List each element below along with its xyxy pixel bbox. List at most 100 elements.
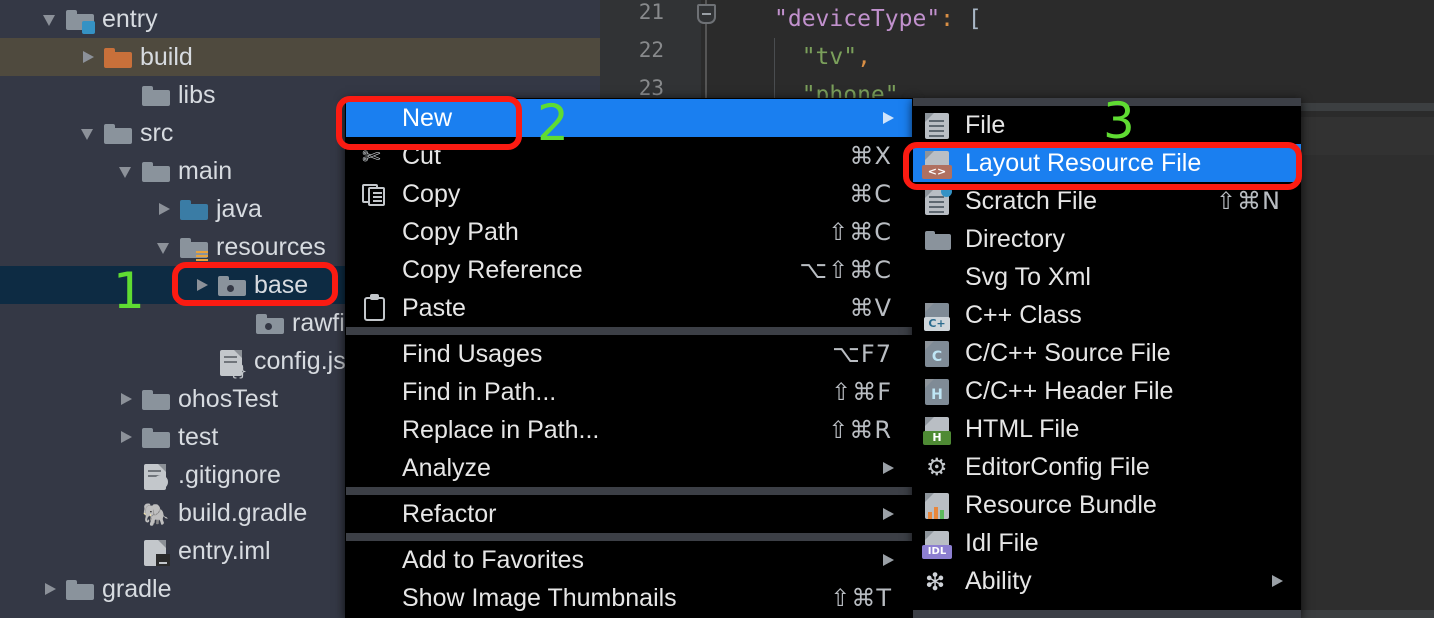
menu-item[interactable]: Analyze [346, 449, 912, 487]
chevron-down-icon[interactable] [114, 152, 140, 190]
menu-icon-none [346, 213, 402, 251]
submenu-arrow-icon[interactable] [883, 462, 894, 474]
menu-icon-none [346, 579, 402, 617]
menu-item[interactable]: C C/C++ Source File [913, 334, 1301, 372]
menu-item[interactable]: IDL Idl File [913, 524, 1301, 562]
tree-row-label: config.jso [254, 346, 360, 375]
ability-icon: ❇ [925, 569, 946, 596]
menu-icon-none [346, 495, 402, 533]
menu-icon-none [913, 258, 965, 296]
menu-item[interactable]: Scratch File ⇧⌘N [913, 182, 1301, 220]
code-line[interactable]: "deviceType": [ [774, 0, 982, 38]
tree-row-label: .gitignore [178, 460, 281, 489]
folder-resources-icon [178, 228, 212, 266]
code-lines: 21 "deviceType": [22 "tv", 23 "phone", [596, 0, 1434, 114]
menu-item-label: EditorConfig File [965, 452, 1150, 481]
chevron-right-icon[interactable] [152, 190, 178, 228]
menu-item[interactable]: ✄ Cut ⌘X [346, 137, 912, 175]
menu-item-shortcut: ⇧⌘R [828, 416, 892, 444]
indent-guide [774, 38, 775, 76]
menu-item[interactable]: Paste ⌘V [346, 289, 912, 327]
menu-item[interactable]: Show Image Thumbnails ⇧⌘T [346, 579, 912, 617]
menu-separator [346, 327, 912, 335]
menu-item-shortcut: ⌥⇧⌘C [799, 256, 892, 284]
menu-item-shortcut: ⌘C [849, 180, 892, 208]
menu-item[interactable]: Find in Path... ⇧⌘F [346, 373, 912, 411]
menu-icon-none [346, 335, 402, 373]
context-menu[interactable]: New ✄ Cut ⌘X Copy ⌘C Copy Path ⇧⌘C Copy Referenc… [345, 98, 913, 618]
menu-icon-none [346, 541, 402, 579]
menu-item[interactable]: Replace in Path... ⇧⌘R [346, 411, 912, 449]
tree-row-label: test [178, 422, 219, 451]
chevron-down-icon[interactable] [76, 114, 102, 152]
menu-item-label: Show Image Thumbnails [402, 583, 677, 612]
submenu-rows[interactable]: File <> Layout Resource File Scratch File ⇧⌘… [913, 106, 1301, 600]
gear-icon: ⚙ [926, 454, 948, 481]
menu-item[interactable]: Copy Path ⇧⌘C [346, 213, 912, 251]
submenu-arrow-icon[interactable] [883, 508, 894, 520]
menu-item[interactable]: Copy Reference ⌥⇧⌘C [346, 251, 912, 289]
menu-separator [346, 487, 912, 495]
menu-item-shortcut: ⌥F7 [832, 340, 892, 368]
menu-item[interactable]: ⚙ EditorConfig File [913, 448, 1301, 486]
chevron-right-icon[interactable] [76, 38, 102, 76]
menu-item[interactable]: C+ C++ Class [913, 296, 1301, 334]
menu-item[interactable]: New [346, 99, 912, 137]
menu-item[interactable]: Find Usages ⌥F7 [346, 335, 912, 373]
menu-item[interactable]: ❇ Ability [913, 562, 1301, 600]
menu-item-label: C/C++ Source File [965, 338, 1171, 367]
menu-item[interactable]: Add to Favorites [346, 541, 912, 579]
code-token: "tv" [774, 44, 858, 70]
chevron-right-icon[interactable] [114, 380, 140, 418]
menu-item[interactable]: Copy ⌘C [346, 175, 912, 213]
menu-item-label: Copy Reference [402, 255, 583, 284]
menu-item-label: Layout Resource File [965, 148, 1202, 177]
new-submenu[interactable]: File <> Layout Resource File Scratch File ⇧⌘… [913, 98, 1301, 618]
submenu-arrow-icon[interactable] [883, 554, 894, 566]
tree-row[interactable]: build [0, 38, 600, 76]
cpp-class-icon: C+ [913, 296, 965, 334]
resource-bundle-icon [913, 486, 965, 524]
tree-row[interactable]: entry [0, 0, 600, 38]
menu-item[interactable]: H HTML File [913, 410, 1301, 448]
folder-icon [140, 380, 174, 418]
c-source-file-icon: C [913, 334, 965, 372]
folder-icon [140, 152, 174, 190]
chevron-right-icon[interactable] [114, 418, 140, 456]
chevron-right-icon[interactable] [190, 266, 216, 304]
menu-item[interactable]: H C/C++ Header File [913, 372, 1301, 410]
submenu-arrow-icon[interactable] [883, 112, 894, 124]
tree-row-label: entry.iml [178, 536, 271, 565]
code-line[interactable]: "tv", [774, 38, 871, 76]
menu-item-label: Add to Favorites [402, 545, 585, 574]
menu-item-label: Paste [402, 293, 466, 322]
menu-item-label: Idl File [965, 528, 1039, 557]
menu-item[interactable]: Resource Bundle [913, 486, 1301, 524]
paste-icon [346, 289, 402, 327]
chevron-down-icon[interactable] [38, 0, 64, 38]
chevron-down-icon[interactable] [152, 228, 178, 266]
menu-item[interactable]: Refactor [346, 495, 912, 533]
chevron-right-icon[interactable] [38, 570, 64, 608]
folder-module-icon [64, 0, 98, 38]
menu-item-label: Find in Path... [402, 377, 557, 406]
step-number-1: 1 [113, 262, 145, 320]
menu-item[interactable]: Svg To Xml [913, 258, 1301, 296]
code-token: "deviceType" [774, 6, 941, 32]
tree-row-label: src [140, 118, 174, 147]
menu-item-label: Find Usages [402, 339, 543, 368]
menu-item[interactable]: Directory [913, 220, 1301, 258]
folder-build-icon [102, 38, 136, 76]
menu-item-label: Copy [402, 179, 461, 208]
submenu-arrow-icon[interactable] [1272, 575, 1283, 587]
menu-icon-none [346, 99, 402, 137]
